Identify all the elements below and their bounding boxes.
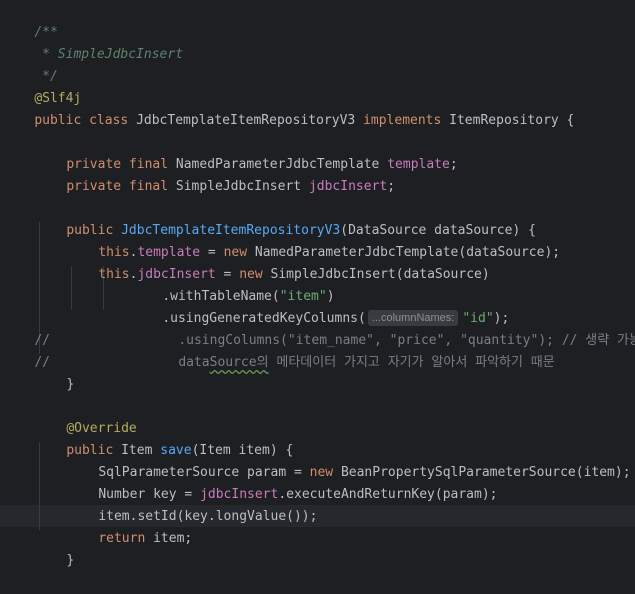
code-line: public JdbcTemplateItemRepositoryV3(Data…: [35, 198, 536, 238]
keyword-public: public: [34, 113, 90, 128]
keyword-return: return: [98, 531, 154, 546]
code-line: this.template = new NamedParameterJdbcTe…: [67, 220, 560, 260]
field-jdbc-insert[interactable]: jdbcInsert: [309, 179, 387, 194]
code-line: public class JdbcTemplateItemRepositoryV…: [3, 88, 574, 128]
code-line: public Item save(Item item) {: [35, 418, 293, 458]
closing-brace: }: [66, 377, 75, 392]
code-line: /**: [3, 0, 57, 40]
keyword-this: this: [98, 267, 130, 282]
keyword-implements: implements: [363, 113, 450, 128]
semicolon: ;: [449, 157, 458, 172]
keyword-private-final: private final: [66, 179, 176, 194]
code-line: this.jdbcInsert = new SimpleJdbcInsert(d…: [67, 242, 489, 282]
code-line: private final NamedParameterJdbcTemplate…: [35, 132, 457, 172]
code-line: dataSource의 메타데이터 가지고 자기가 알아서 파악하기 때문: [147, 330, 554, 370]
code-line: }: [35, 352, 74, 392]
line-comment-text: data: [178, 355, 210, 370]
code-line: return item;: [67, 506, 192, 546]
code-line: }: [35, 528, 74, 568]
closing-brace: }: [66, 553, 75, 568]
line-comment-text: 메타데이터 가지고 자기가 알아서 파악하기 때문: [268, 355, 555, 370]
field-template[interactable]: template: [387, 157, 450, 172]
code-line: private final SimpleJdbcInsert jdbcInser…: [35, 154, 395, 194]
code-line: @Override: [35, 396, 136, 436]
statement: item;: [153, 531, 193, 546]
code-line: SqlParameterSource param = new BeanPrope…: [67, 440, 630, 480]
code-line: * SimpleJdbcInsert: [3, 22, 183, 62]
code-line: //: [3, 330, 50, 370]
code-line: Number key = jdbcInsert.executeAndReturn…: [67, 462, 497, 502]
code-line: @Slf4j: [3, 66, 81, 106]
code-line: //: [3, 308, 50, 348]
code-line: .withTableName("item"): [131, 264, 334, 304]
code-editor[interactable]: /** * SimpleJdbcInsert */ @Slf4j public …: [0, 0, 635, 568]
code-line: .usingGeneratedKeyColumns(...columnNames…: [131, 286, 509, 326]
interface-name[interactable]: ItemRepository {: [449, 113, 574, 128]
spellcheck-underlined-text[interactable]: Source의: [210, 355, 269, 370]
code-line: */: [3, 44, 58, 84]
code-line: item.setId(key.longValue());: [67, 484, 317, 524]
code-line: .usingColumns("item_name", "price", "qua…: [147, 308, 635, 348]
field-type[interactable]: SimpleJdbcInsert: [176, 179, 309, 194]
class-name[interactable]: JdbcTemplateItemRepositoryV3: [136, 113, 363, 128]
keyword-class: class: [89, 113, 137, 128]
semicolon: ;: [387, 179, 396, 194]
